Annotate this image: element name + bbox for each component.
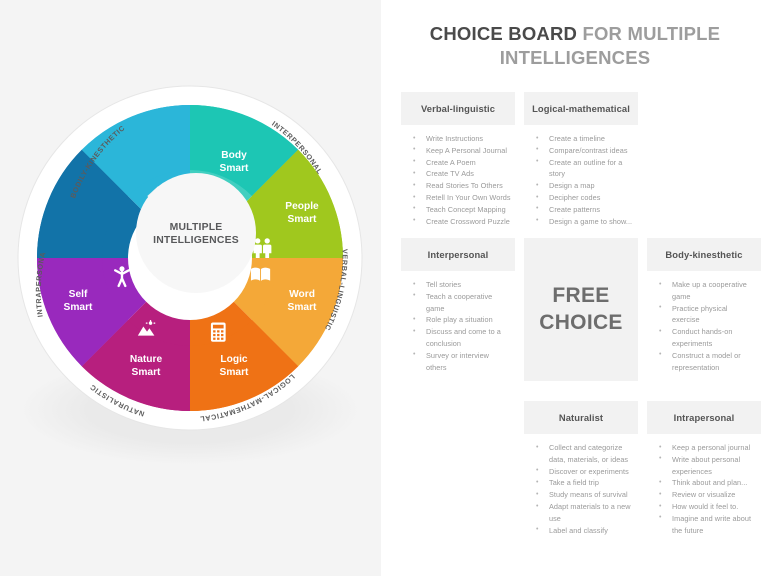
card-title-intrapersonal: Intrapersonal — [673, 411, 735, 423]
slide-canvas: Body Smart People Smart Word Smart Logic… — [0, 0, 768, 576]
free-choice-label: FREE CHOICE — [539, 284, 623, 334]
multiple-intelligences-wheel: Body Smart People Smart Word Smart Logic… — [0, 70, 381, 500]
segment-label-word: Word — [289, 289, 315, 300]
list-item: Imagine and write about the future — [655, 512, 757, 537]
list-item: Create a timeline — [532, 133, 634, 145]
segment-label-nature-2: Smart — [132, 367, 161, 378]
list-item: Keep a personal journal — [655, 442, 757, 454]
card-list-intrapersonal: Keep a personal journal Write about pers… — [655, 442, 757, 537]
list-item: Adapt materials to a new use — [532, 501, 634, 525]
card-intrapersonal[interactable]: Intrapersonal Keep a personal journal Wr… — [647, 401, 761, 543]
list-item: Discuss and come to a conclusion — [409, 326, 511, 350]
card-naturalist[interactable]: Naturalist Collect and categorize data, … — [524, 401, 638, 543]
card-logical-mathematical[interactable]: Logical-mathematical Create a timeline C… — [524, 92, 638, 234]
card-list-naturalist: Collect and categorize data, materials, … — [532, 442, 634, 537]
list-item: Compare/contrast ideas — [532, 144, 634, 157]
list-item: Take a field trip — [532, 477, 634, 489]
list-item: Keep A Personal Journal — [409, 144, 511, 157]
card-body-verbal-linguistic: Write Instructions Keep A Personal Journ… — [401, 125, 515, 234]
list-item: Teach Concept Mapping — [409, 203, 511, 216]
card-header-logical-mathematical: Logical-mathematical — [524, 92, 638, 125]
card-title-interpersonal: Interpersonal — [427, 248, 489, 260]
card-body-logical-mathematical: Create a timeline Compare/contrast ideas… — [524, 125, 638, 234]
card-list-interpersonal: Tell stories Teach a cooperative game Ro… — [409, 279, 511, 374]
list-item: Conduct hands-on experiments — [655, 326, 757, 350]
list-item: Role play a situation — [409, 314, 511, 326]
list-item: Write about personal experiences — [655, 453, 757, 478]
card-body-intrapersonal: Keep a personal journal Write about pers… — [647, 434, 761, 543]
wheel-center-hub: MULTIPLE INTELLIGENCES — [136, 173, 256, 293]
hub-label-line1: MULTIPLE — [170, 222, 223, 233]
list-item: Survey or interview others — [409, 349, 511, 374]
list-item: Label and classify — [532, 524, 634, 537]
card-list-logical-mathematical: Create a timeline Compare/contrast ideas… — [532, 133, 634, 228]
segment-label-logic-2: Smart — [220, 367, 249, 378]
hub-label-line2: INTELLIGENCES — [153, 235, 239, 246]
list-item: Design a map — [532, 180, 634, 192]
segment-label-logic: Logic — [220, 354, 247, 365]
list-item: Design a game to show... — [532, 215, 634, 228]
wheel-panel: Body Smart People Smart Word Smart Logic… — [0, 0, 381, 576]
card-body-interpersonal: Tell stories Teach a cooperative game Ro… — [401, 271, 515, 380]
list-item: Create TV Ads — [409, 168, 511, 180]
card-header-interpersonal: Interpersonal — [401, 238, 515, 271]
list-item: Create Crossword Puzzle — [409, 215, 511, 228]
card-body-naturalist: Collect and categorize data, materials, … — [524, 434, 638, 543]
segment-label-body-2: Smart — [220, 163, 249, 174]
list-item: Tell stories — [409, 279, 511, 291]
calculator-icon — [210, 322, 226, 342]
card-body-kinesthetic[interactable]: Body-kinesthetic Make up a cooperative g… — [647, 238, 761, 380]
free-choice-tile[interactable]: FREE CHOICE — [524, 238, 638, 381]
card-title-body-kinesthetic: Body-kinesthetic — [665, 248, 743, 260]
segment-label-nature: Nature — [130, 354, 163, 365]
list-item: Practice physical exercise — [655, 302, 757, 327]
list-item: Make up a cooperative game — [655, 279, 757, 303]
card-title-logical-mathematical: Logical-mathematical — [532, 102, 630, 114]
page-title-primary: CHOICE BOARD — [429, 23, 578, 44]
segment-label-people-2: Smart — [288, 214, 317, 225]
page-title: CHOICE BOARD FOR MULTIPLE INTELLIGENCES — [395, 22, 755, 69]
segment-label-people: People — [285, 201, 319, 212]
list-item: Collect and categorize data, materials, … — [532, 442, 634, 466]
segment-label-body: Body — [221, 150, 247, 161]
list-item: Discover or experiments — [532, 465, 634, 478]
card-body-body-kinesthetic: Make up a cooperative game Practice phys… — [647, 271, 761, 380]
card-header-intrapersonal: Intrapersonal — [647, 401, 761, 434]
card-list-verbal-linguistic: Write Instructions Keep A Personal Journ… — [409, 133, 511, 228]
list-item: Create an outline for a story — [532, 156, 634, 181]
choice-board-panel: CHOICE BOARD FOR MULTIPLE INTELLIGENCES … — [381, 0, 768, 576]
list-item: Teach a cooperative game — [409, 290, 511, 315]
card-title-naturalist: Naturalist — [558, 411, 604, 423]
list-item: Read Stories To Others — [409, 180, 511, 192]
card-list-body-kinesthetic: Make up a cooperative game Practice phys… — [655, 279, 757, 374]
card-verbal-linguistic[interactable]: Verbal-linguistic Write Instructions Kee… — [401, 92, 515, 234]
card-header-naturalist: Naturalist — [524, 401, 638, 434]
segment-label-self-2: Smart — [64, 302, 93, 313]
card-title-verbal-linguistic: Verbal-linguistic — [420, 102, 496, 114]
list-item: Decipher codes — [532, 192, 634, 204]
list-item: Construct a model or representation — [655, 349, 757, 374]
segment-label-self: Self — [69, 289, 88, 300]
list-item: Think about and plan... — [655, 477, 757, 489]
list-item: Write Instructions — [409, 133, 511, 145]
list-item: Study means of survival — [532, 489, 634, 501]
segment-label-word-2: Smart — [288, 302, 317, 313]
list-item: Review or visualize — [655, 489, 757, 501]
card-interpersonal[interactable]: Interpersonal Tell stories Teach a coope… — [401, 238, 515, 380]
list-item: How would it feel to. — [655, 501, 757, 513]
card-header-body-kinesthetic: Body-kinesthetic — [647, 238, 761, 271]
list-item: Create patterns — [532, 203, 634, 216]
card-header-verbal-linguistic: Verbal-linguistic — [401, 92, 515, 125]
list-item: Retell In Your Own Words — [409, 192, 511, 204]
list-item: Create A Poem — [409, 156, 511, 169]
